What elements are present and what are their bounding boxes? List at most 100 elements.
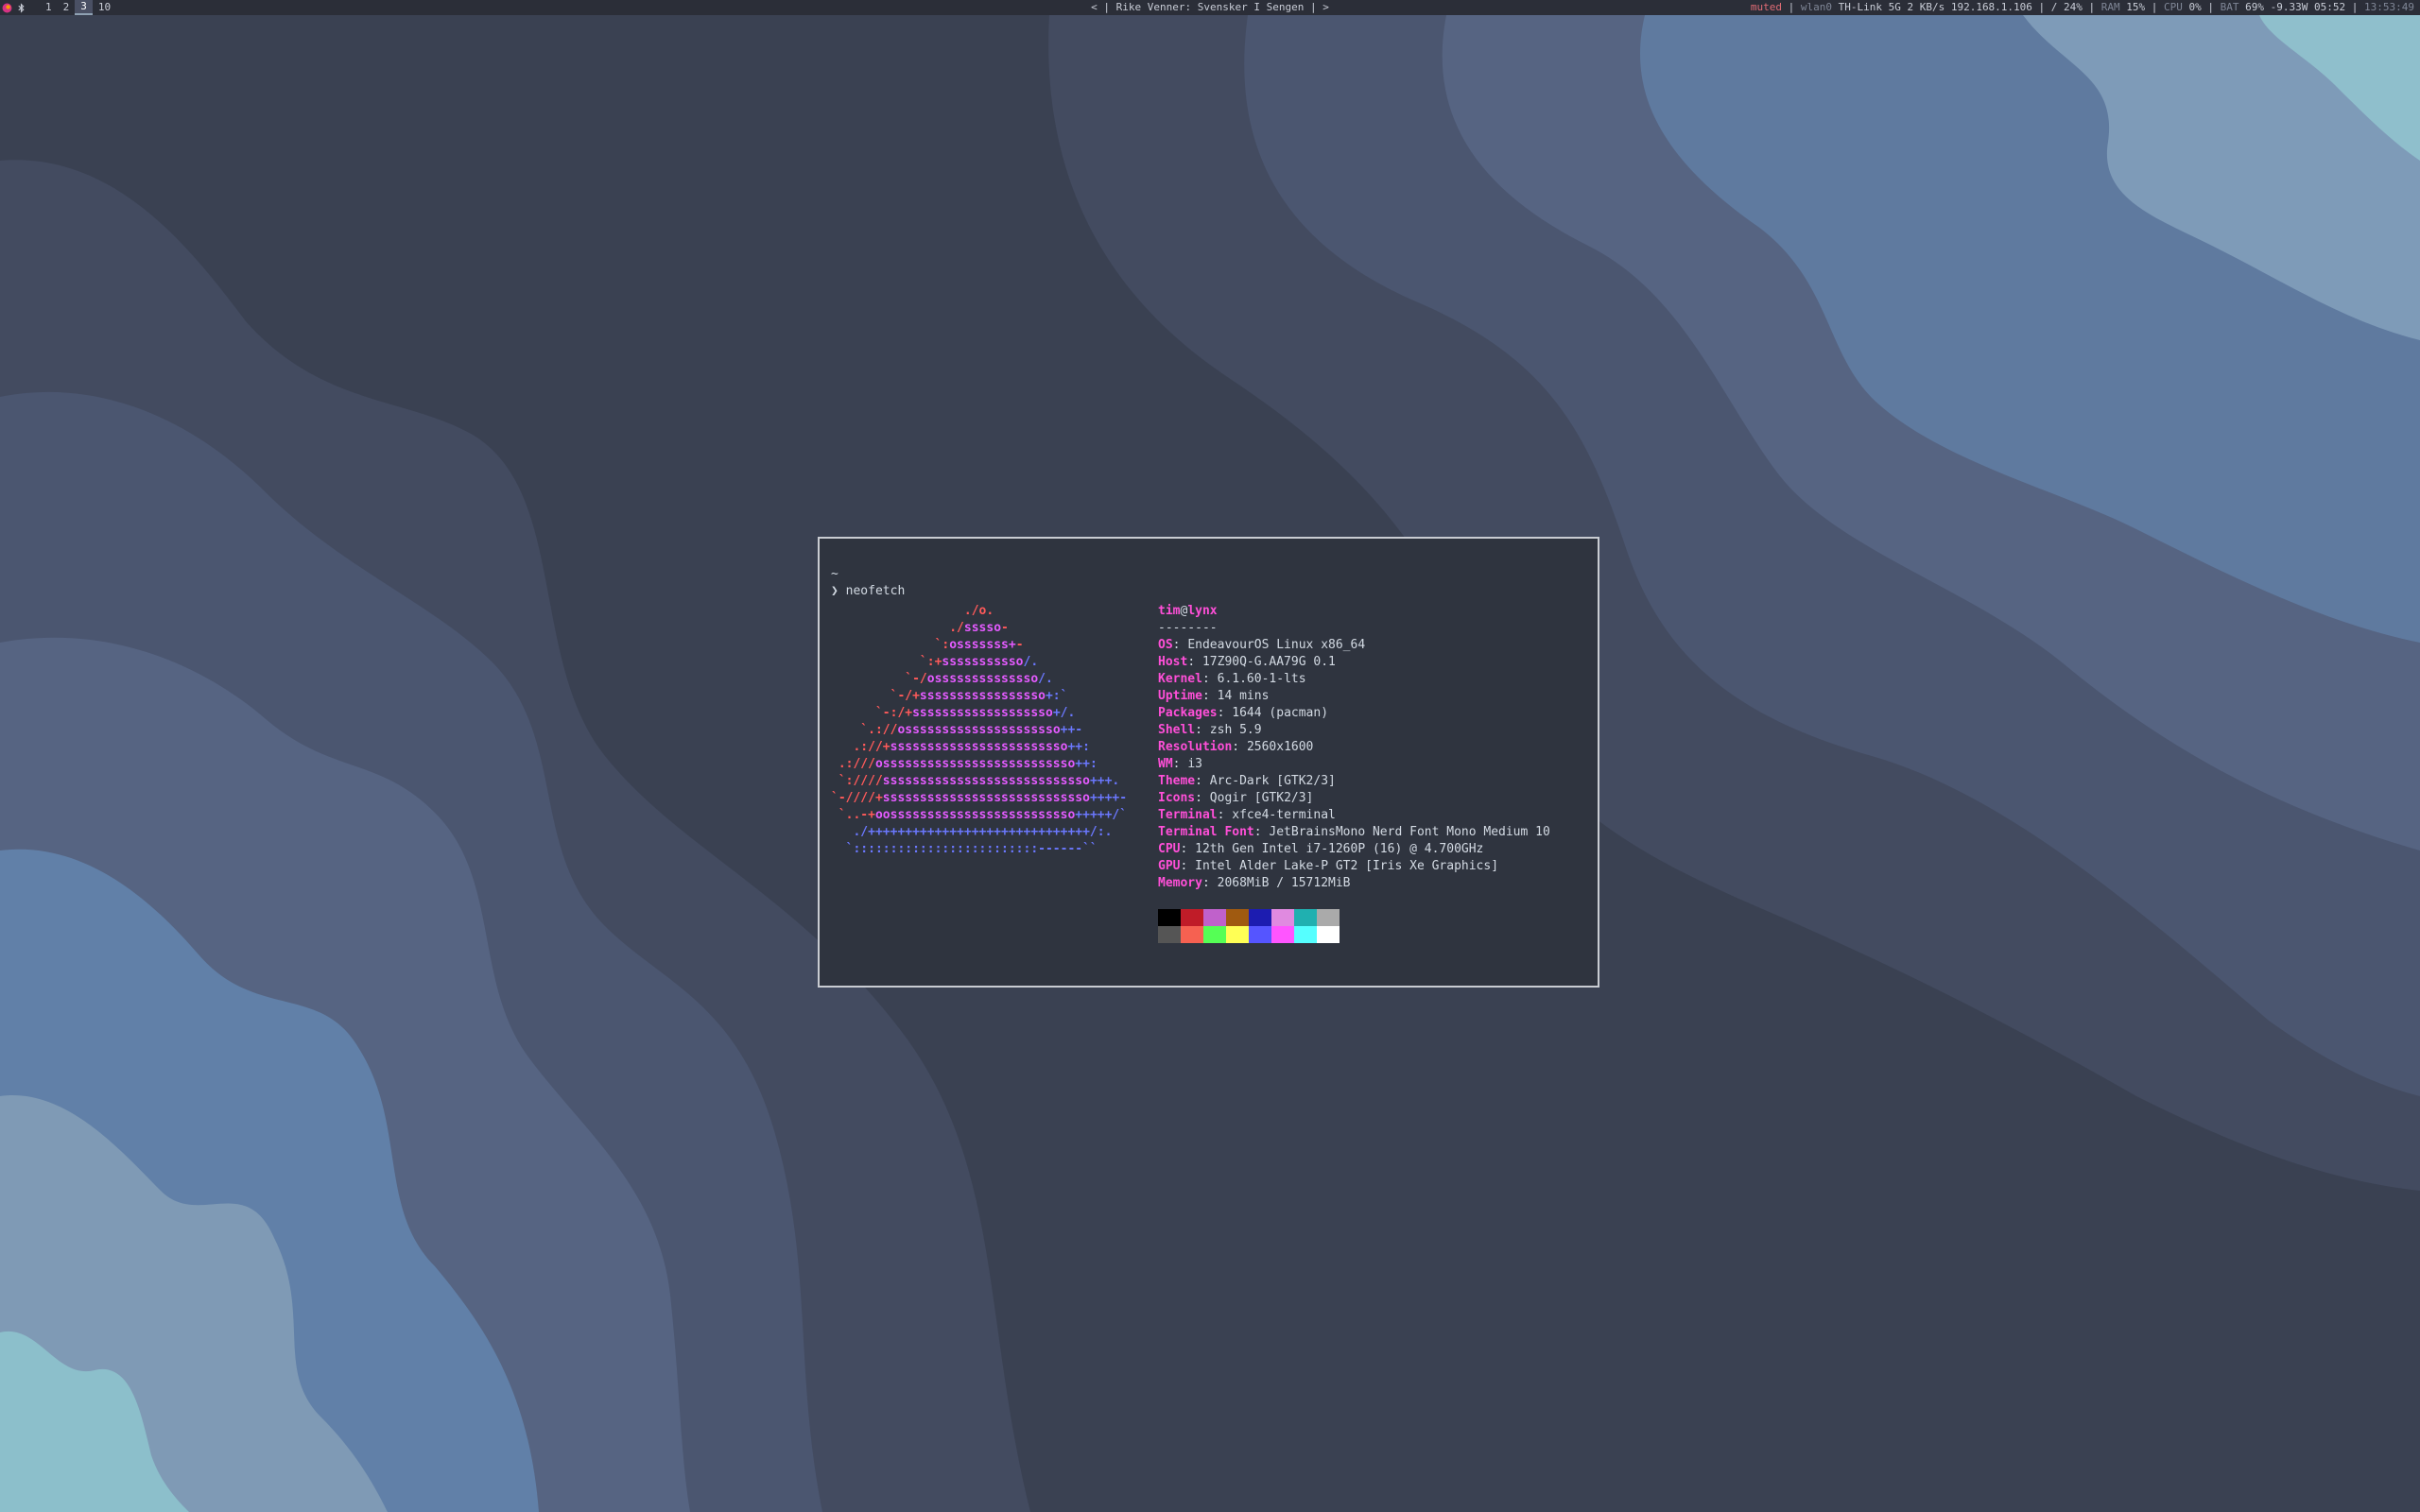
ascii-logo-segment: osssssss+ (949, 638, 1016, 652)
info-row: Terminal Font: JetBrainsMono Nerd Font M… (1158, 824, 1550, 841)
color-swatch (1226, 909, 1249, 926)
wlan-interface: wlan0 (1800, 1, 1832, 13)
bar-left: 1 2 3 10 (2, 0, 116, 15)
info-key: Memory (1158, 876, 1202, 890)
workspace-button-1[interactable]: 1 (40, 0, 58, 15)
bar-separator: | (2038, 1, 2051, 13)
info-value: xfce4-terminal (1232, 808, 1336, 822)
ascii-logo-segment: +++++/` (1075, 808, 1128, 822)
color-swatch (1271, 926, 1294, 943)
workspace-button-3[interactable]: 3 (75, 0, 93, 15)
ascii-logo-line: .://+ssssssssssssssssssssssso++: (831, 739, 1127, 756)
ascii-logo-segment: ossssssssssssso (926, 672, 1039, 686)
color-swatch (1203, 909, 1226, 926)
ascii-logo-segment: `: (831, 638, 950, 652)
ascii-logo-segment: ossssssssssssssssssssssssso (874, 757, 1076, 771)
info-colon: : (1195, 723, 1210, 737)
ascii-logo-line: `-////+ssssssssssssssssssssssssssso++++- (831, 790, 1127, 807)
color-swatch (1158, 926, 1181, 943)
info-key: GPU (1158, 859, 1181, 873)
info-colon: : (1232, 740, 1247, 754)
bluetooth-icon[interactable] (16, 2, 26, 13)
info-row: Terminal: xfce4-terminal (1158, 807, 1550, 824)
info-colon: : (1201, 672, 1218, 686)
info-colon: : (1201, 876, 1218, 890)
media-controls[interactable]: < | Rike Venner: Svensker I Sengen | > (1091, 1, 1329, 13)
color-swatch (1294, 909, 1317, 926)
ascii-logo-segment: `.:// (831, 723, 898, 737)
ascii-logo-line: `:osssssss+- (831, 637, 1127, 654)
ascii-logo-segment: sssssssssssssssssso (912, 706, 1053, 720)
info-key: Host (1158, 655, 1188, 669)
info-value: 1644 (pacman) (1232, 706, 1329, 720)
info-value: i3 (1187, 757, 1202, 771)
info-key: OS (1158, 638, 1173, 652)
info-key: Icons (1158, 791, 1196, 805)
hostname: lynx (1187, 604, 1218, 618)
ascii-logo-segment: ./++++++++++++++++++++++++++++++/:. (831, 825, 1113, 839)
bar-separator: | (2088, 1, 2101, 13)
system-info: tim@lynx -------- OS: EndeavourOS Linux … (1158, 603, 1550, 892)
color-swatch (1249, 926, 1271, 943)
info-colon: : (1187, 655, 1202, 669)
ascii-logo-segment: `-:/+ (831, 706, 913, 720)
info-row: OS: EndeavourOS Linux x86_64 (1158, 637, 1550, 654)
ram-usage: 15% (2126, 1, 2146, 13)
info-value: 2068MiB / 15712MiB (1217, 876, 1351, 890)
ascii-logo-segment: +/. (1052, 706, 1076, 720)
info-key: Packages (1158, 706, 1218, 720)
info-colon: : (1172, 638, 1188, 652)
terminal-window[interactable]: ~ ❯ neofetch ./o. ./sssso- `:osssssss+- … (818, 537, 1599, 988)
info-colon: : (1217, 706, 1233, 720)
color-swatch (1181, 926, 1203, 943)
cpu-label: CPU (2164, 1, 2183, 13)
ascii-logo-segment: +++. (1089, 774, 1120, 788)
ascii-logo-line: `:::::::::::::::::::::::::------`` (831, 841, 1127, 858)
clock[interactable]: 13:53:49 (2364, 1, 2414, 13)
ascii-logo-line: `-:/+sssssssssssssssssso+/. (831, 705, 1127, 722)
ascii-logo-line: `-/ossssssssssssso/. (831, 671, 1127, 688)
working-directory: ~ (831, 567, 838, 581)
ascii-logo-segment: sssso (963, 621, 1002, 635)
info-row: Host: 17Z90Q-G.AA79G 0.1 (1158, 654, 1550, 671)
info-colon: : (1172, 757, 1188, 771)
ascii-logo-segment: sssssssssssssssso (919, 689, 1046, 703)
ascii-logo-segment: ./o. (831, 604, 994, 618)
info-value: 2560x1600 (1246, 740, 1314, 754)
ascii-logo-segment: - (1015, 638, 1024, 652)
disk-usage: / 24% (2050, 1, 2083, 13)
color-swatch (1271, 909, 1294, 926)
color-swatch (1294, 926, 1317, 943)
cpu-usage: 0% (2188, 1, 2202, 13)
ascii-logo-segment: ssssssssssssssssssssssso (890, 740, 1068, 754)
info-colon: : (1253, 825, 1270, 839)
info-row: WM: i3 (1158, 756, 1550, 773)
workspace-button-10[interactable]: 10 (93, 0, 116, 15)
info-key: Resolution (1158, 740, 1233, 754)
color-swatch (1226, 926, 1249, 943)
info-colon: : (1201, 689, 1218, 703)
audio-status[interactable]: muted (1751, 1, 1782, 13)
ascii-logo-line: `-/+sssssssssssssssso+:` (831, 688, 1127, 705)
ascii-logo-segment: `-/+ (831, 689, 920, 703)
header-underline: -------- (1158, 621, 1218, 635)
ascii-logo-line: ./sssso- (831, 620, 1127, 637)
battery-status: 69% -9.33W 05:52 (2245, 1, 2346, 13)
app-tray-icon[interactable] (2, 3, 12, 13)
ascii-logo-segment: osssssssssssssssssssso (897, 723, 1061, 737)
wifi-ssid: TH-Link 5G (1838, 1, 1901, 13)
workspace-button-2[interactable]: 2 (58, 0, 76, 15)
ascii-logo-segment: ++- (1060, 723, 1083, 737)
info-row: Icons: Qogir [GTK2/3] (1158, 790, 1550, 807)
info-value: zsh 5.9 (1209, 723, 1262, 737)
command-text: neofetch (845, 584, 906, 598)
palette-normal-row (1158, 909, 1340, 926)
ascii-logo-line: `:////ssssssssssssssssssssssssssso+++. (831, 773, 1127, 790)
info-value: 17Z90Q-G.AA79G 0.1 (1201, 655, 1336, 669)
color-swatch (1249, 909, 1271, 926)
info-value: 6.1.60-1-lts (1217, 672, 1306, 686)
color-swatch (1181, 909, 1203, 926)
ascii-logo-line: .:///ossssssssssssssssssssssssso++: (831, 756, 1127, 773)
bar-separator: | (1788, 1, 1801, 13)
ascii-logo-segment: ++++- (1089, 791, 1128, 805)
